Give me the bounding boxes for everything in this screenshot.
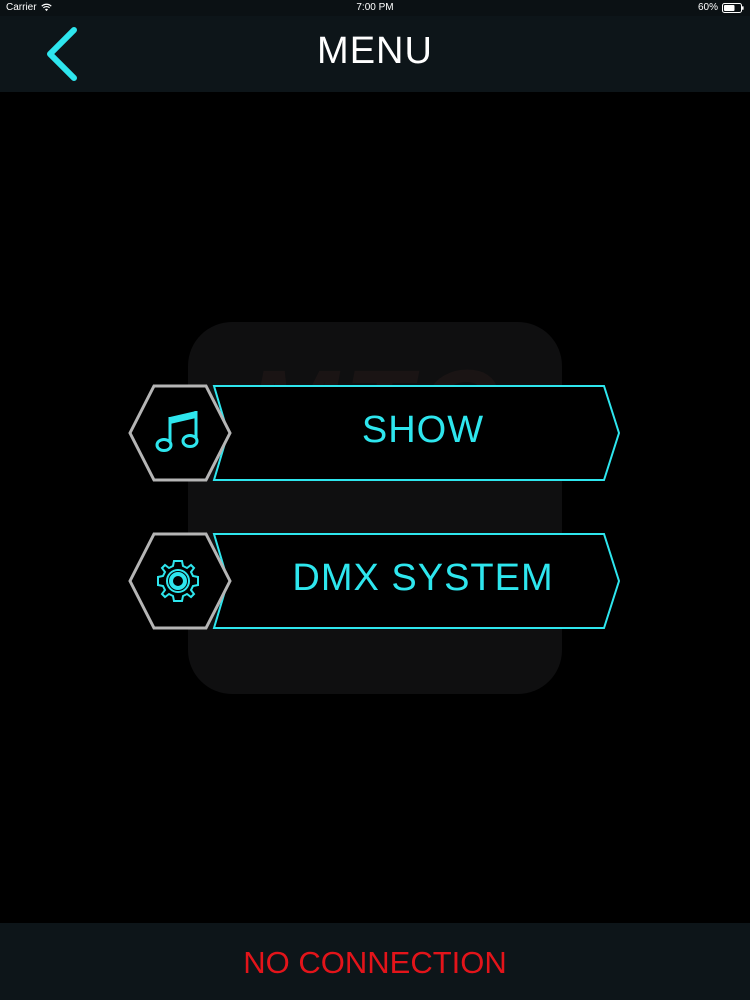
battery-percent: 60% xyxy=(697,2,718,13)
menu-item-label: SHOW xyxy=(361,409,485,451)
menu-item-dmx-system[interactable]: DMX SYSTEM xyxy=(128,531,624,631)
app-screen: Carrier 7:00 PM 60% MENU MT xyxy=(0,0,750,1000)
brand-watermark: MTC xyxy=(188,322,562,694)
menu-item-label: DMX SYSTEM xyxy=(292,557,554,599)
status-time: 7:00 PM xyxy=(356,2,394,13)
battery-icon xyxy=(722,2,744,13)
music-note-icon xyxy=(155,411,199,452)
status-bar: Carrier 7:00 PM 60% xyxy=(0,0,750,16)
status-right: 60% xyxy=(698,2,744,13)
menu-item-show[interactable]: SHOW xyxy=(128,383,624,483)
page-title: MENU xyxy=(317,30,433,72)
connection-status: NO CONNECTION xyxy=(243,945,507,980)
gear-icon xyxy=(157,560,199,602)
footer-bar: NO CONNECTION xyxy=(0,923,750,1000)
header-bar: MENU xyxy=(0,16,750,92)
